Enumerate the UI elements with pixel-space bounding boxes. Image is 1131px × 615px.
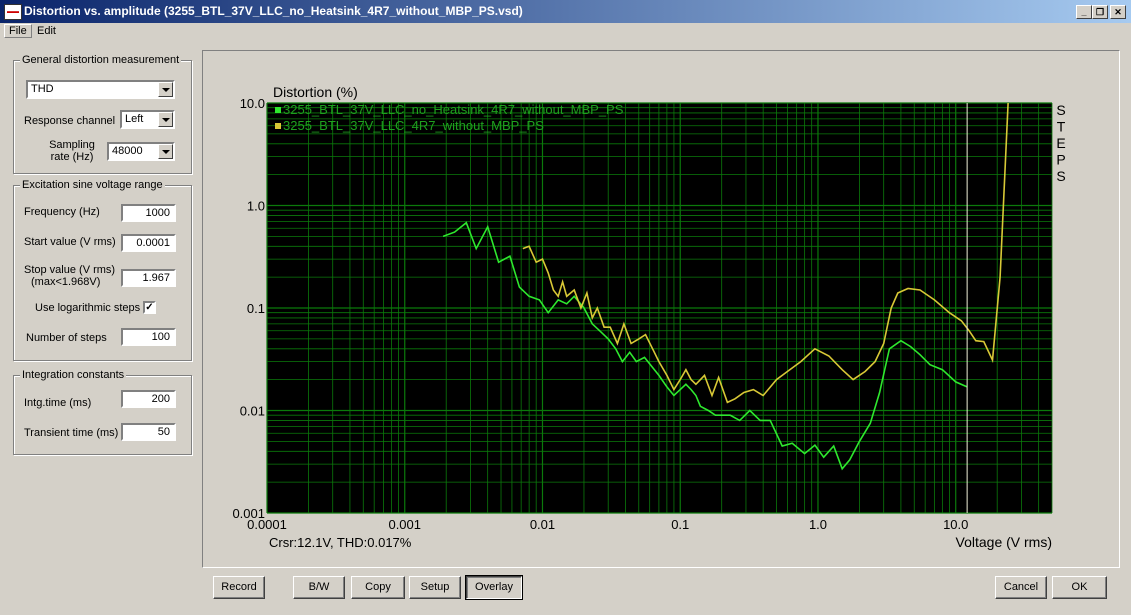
integration-group-title: Integration constants	[20, 369, 127, 381]
y-tick-label: 0.1	[247, 301, 265, 316]
response-channel-label: Response channel	[24, 115, 116, 127]
title-bar[interactable]: ▬▬ Distortion vs. amplitude (3255_BTL_37…	[0, 0, 1131, 23]
menu-edit[interactable]: Edit	[33, 25, 60, 37]
legend-entry-2: 3255_BTL_37V_LLC_4R7_without_MBP_PS	[283, 118, 544, 133]
sampling-rate-select[interactable]: 48000	[107, 142, 175, 161]
chevron-down-icon[interactable]	[158, 82, 173, 97]
frequency-input[interactable]: 1000	[121, 204, 176, 222]
stop-value-label-1: Stop value (V rms)	[24, 264, 116, 276]
intg-time-input[interactable]: 200	[121, 390, 176, 408]
transient-time-label: Transient time (ms)	[24, 427, 119, 439]
window-title: Distortion vs. amplitude (3255_BTL_37V_L…	[24, 4, 523, 18]
steps-label-letter: S	[1056, 168, 1065, 184]
record-button[interactable]: Record	[213, 576, 265, 599]
y-tick-label: 10.0	[240, 96, 265, 111]
chart-panel: 0.0001 0.001 0.01 0.1 1.0 10.0 10.0 1.0 0.1 0.01 0…	[202, 50, 1120, 568]
stop-value-input[interactable]: 1.967	[121, 269, 176, 287]
ok-button[interactable]: OK	[1052, 576, 1107, 599]
cursor-readout: Crsr:12.1V, THD:0.017%	[269, 535, 412, 550]
legend-swatch-1	[275, 107, 281, 113]
excitation-group-title: Excitation sine voltage range	[20, 179, 165, 191]
overlay-button[interactable]: Overlay	[465, 575, 523, 600]
number-of-steps-label: Number of steps	[26, 332, 107, 344]
frequency-label: Frequency (Hz)	[24, 206, 100, 218]
legend-swatch-2	[275, 123, 281, 129]
intg-time-label: Intg.time (ms)	[24, 397, 92, 409]
measurement-type-select[interactable]: THD	[26, 80, 175, 99]
sampling-rate-label-1: Sampling	[49, 139, 95, 151]
close-button[interactable]: ✕	[1110, 5, 1126, 19]
general-group-title: General distortion measurement	[20, 54, 182, 66]
sampling-rate-label-2: rate (Hz)	[50, 151, 94, 163]
x-axis-label: Voltage (V rms)	[956, 534, 1052, 550]
bw-button[interactable]: B/W	[293, 576, 345, 599]
distortion-chart[interactable]: 0.0001 0.001 0.01 0.1 1.0 10.010.01.00.10.010…	[203, 51, 1119, 567]
x-tick-label: 0.01	[530, 517, 555, 532]
sampling-rate-value: 48000	[112, 145, 143, 157]
integration-group: Integration constants	[13, 369, 192, 455]
y-axis-label: Distortion (%)	[273, 84, 358, 100]
measurement-type-value: THD	[31, 83, 54, 95]
log-steps-checkbox[interactable]: ✓	[143, 301, 156, 314]
y-tick-label: 0.001	[232, 506, 265, 521]
y-tick-label: 1.0	[247, 199, 265, 214]
minimize-button[interactable]: _	[1076, 5, 1092, 19]
app-icon: ▬▬	[4, 4, 22, 20]
transient-time-input[interactable]: 50	[121, 423, 176, 441]
stop-value-label-2: (max<1.968V)	[31, 276, 101, 288]
chevron-down-icon[interactable]	[158, 112, 173, 127]
steps-label-letter: T	[1057, 119, 1066, 135]
y-tick-label: 0.01	[240, 404, 265, 419]
response-channel-select[interactable]: Left	[120, 110, 175, 129]
steps-label-letter: S	[1056, 102, 1065, 118]
response-channel-value: Left	[125, 113, 144, 125]
legend-entry-1: 3255_BTL_37V_LLC_no_Heatsink_4R7_without…	[283, 102, 624, 117]
restore-button[interactable]: ❐	[1092, 5, 1108, 19]
x-tick-label: 1.0	[809, 517, 827, 532]
copy-button[interactable]: Copy	[351, 576, 405, 599]
chevron-down-icon[interactable]	[158, 144, 173, 159]
number-of-steps-input[interactable]: 100	[121, 328, 176, 346]
menu-bar: File Edit	[0, 23, 1131, 41]
menu-file[interactable]: File	[4, 24, 32, 38]
setup-button[interactable]: Setup	[409, 576, 461, 599]
x-tick-label: 0.001	[388, 517, 421, 532]
log-steps-label: Use logarithmic steps	[35, 302, 141, 314]
x-tick-label: 0.1	[671, 517, 689, 532]
x-tick-label: 10.0	[943, 517, 968, 532]
start-value-label: Start value (V rms)	[24, 236, 116, 248]
cancel-button[interactable]: Cancel	[995, 576, 1047, 599]
start-value-input[interactable]: 0.0001	[121, 234, 176, 252]
steps-label-letter: E	[1056, 135, 1065, 151]
steps-label-letter: P	[1056, 152, 1065, 168]
